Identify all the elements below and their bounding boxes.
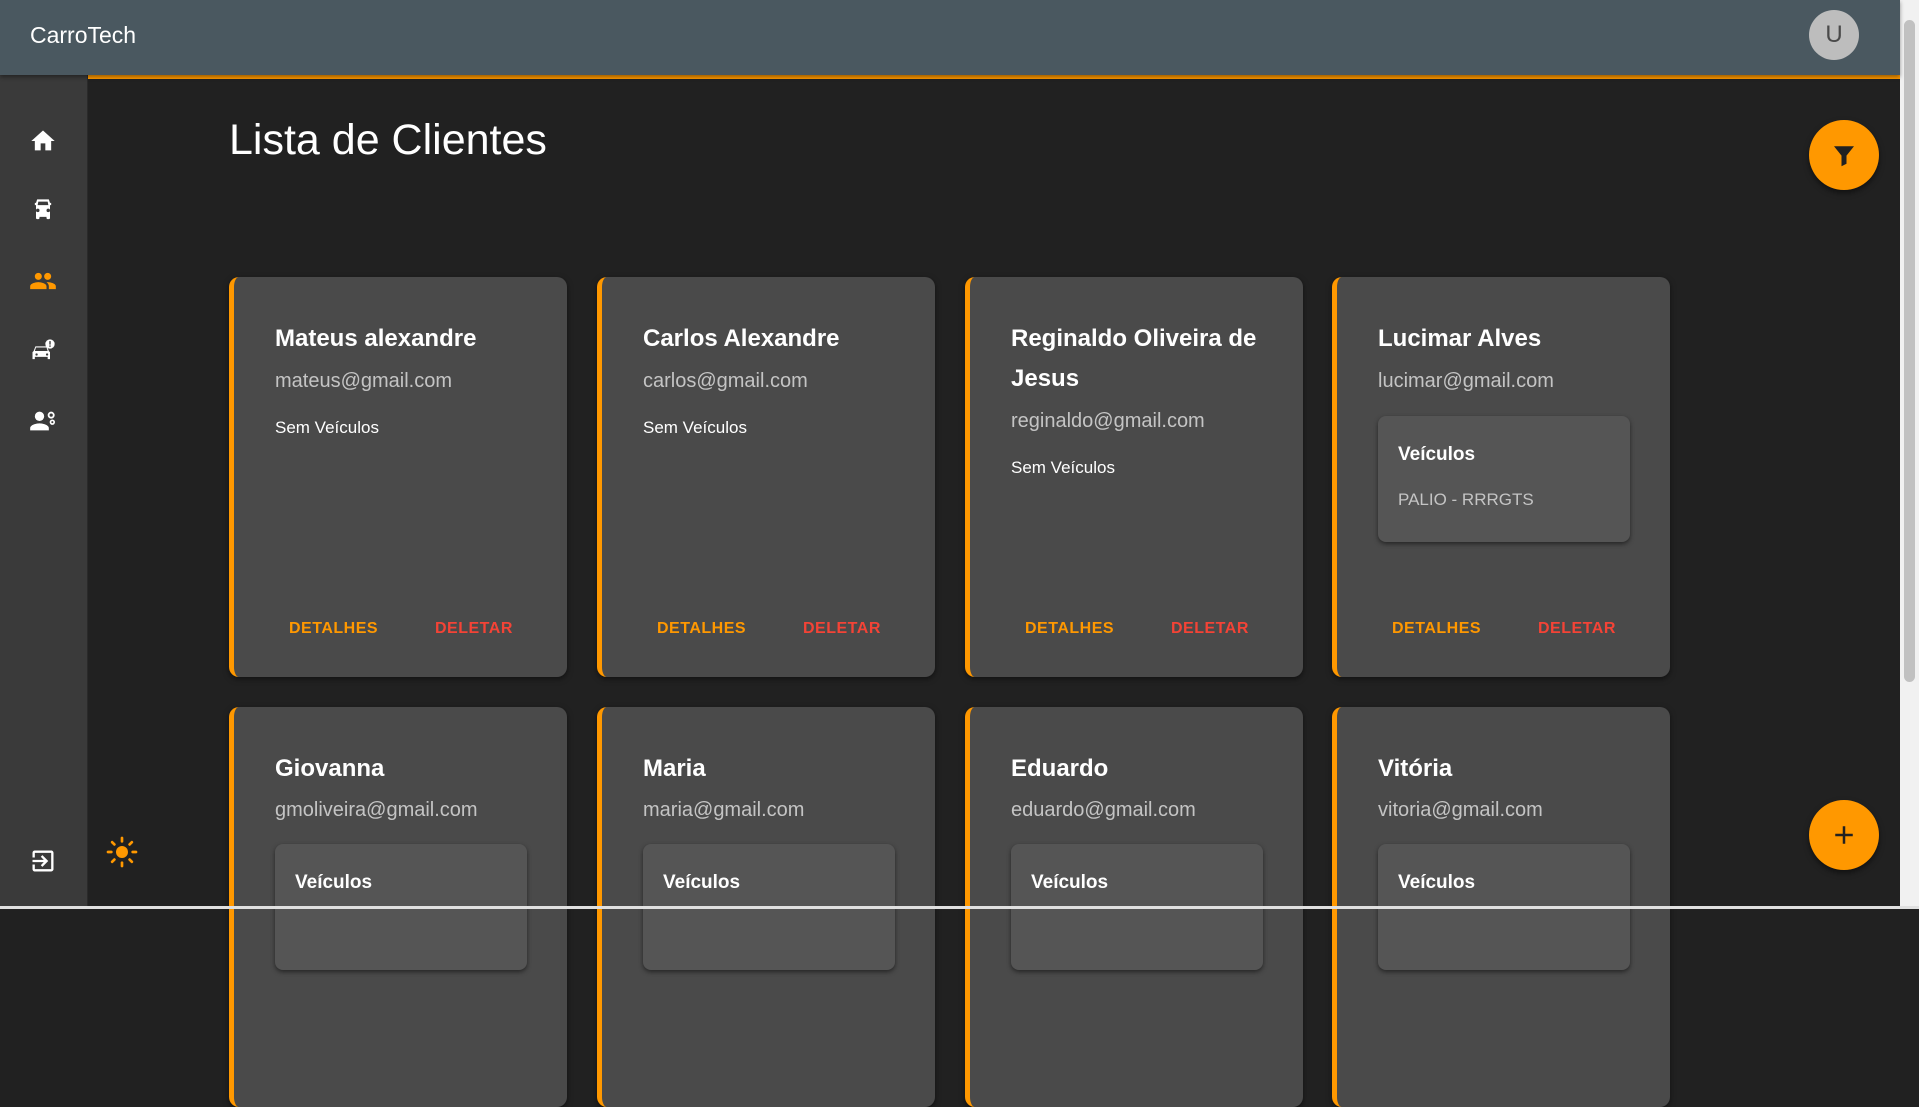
home-icon xyxy=(31,130,55,151)
vehicles-title: Veículos xyxy=(1031,872,1109,893)
sidebar-item-vehicles[interactable] xyxy=(21,189,65,233)
add-client-button[interactable] xyxy=(1809,800,1879,870)
client-email: mateus@gmail.com xyxy=(275,370,453,392)
client-name: Reginaldo Oliveira de Jesus xyxy=(1011,325,1257,392)
no-vehicles-text: Sem Veículos xyxy=(275,418,379,437)
engineer-icon xyxy=(30,411,56,431)
client-name: Giovanna xyxy=(275,755,385,782)
delete-button[interactable]: DELETAR xyxy=(1171,620,1249,638)
details-button[interactable]: DETALHES xyxy=(1025,620,1114,638)
sidebar-item-clients[interactable] xyxy=(21,259,65,303)
add-icon xyxy=(1835,826,1853,844)
client-name: Maria xyxy=(643,755,706,782)
client-email: lucimar@gmail.com xyxy=(1378,370,1554,392)
client-email: maria@gmail.com xyxy=(643,799,805,821)
vehicles-title: Veículos xyxy=(663,872,741,893)
details-button[interactable]: DETALHES xyxy=(657,620,746,638)
filter-button[interactable] xyxy=(1809,120,1879,190)
sidebar xyxy=(0,75,88,906)
client-name: Mateus alexandre xyxy=(275,325,477,352)
app-title: CarroTech xyxy=(30,22,137,48)
car-alert-icon xyxy=(32,339,55,360)
filter-icon xyxy=(1834,146,1854,167)
client-email: vitoria@gmail.com xyxy=(1378,799,1543,821)
client-card: Mateus alexandre mateus@gmail.com Sem Ve… xyxy=(229,277,567,677)
no-vehicles-text: Sem Veículos xyxy=(1011,458,1115,477)
delete-button[interactable]: DELETAR xyxy=(1538,620,1616,638)
delete-button[interactable]: DELETAR xyxy=(435,620,513,638)
sidebar-item-services[interactable] xyxy=(21,329,65,373)
sidebar-item-employees[interactable] xyxy=(21,399,65,443)
delete-button[interactable]: DELETAR xyxy=(803,620,881,638)
client-card: Carlos Alexandre carlos@gmail.com Sem Ve… xyxy=(597,277,935,677)
vehicles-panel: Veículos PALIO - RRRGTS xyxy=(1378,416,1630,542)
user-avatar[interactable]: U xyxy=(1809,10,1859,60)
vertical-scrollbar[interactable] xyxy=(1900,0,1919,906)
client-name: Carlos Alexandre xyxy=(643,325,840,352)
details-button[interactable]: DETALHES xyxy=(1392,620,1481,638)
client-name: Lucimar Alves xyxy=(1378,325,1542,352)
people-icon xyxy=(30,272,56,290)
sidebar-item-home[interactable] xyxy=(21,119,65,163)
client-email: carlos@gmail.com xyxy=(643,370,808,392)
client-email: gmoliveira@gmail.com xyxy=(275,799,478,821)
theme-toggle-button[interactable] xyxy=(106,836,138,868)
vehicle-item: PALIO - RRRGTS xyxy=(1398,490,1534,509)
details-button[interactable]: DETALHES xyxy=(289,620,378,638)
client-name: Eduardo xyxy=(1011,755,1109,782)
client-card: Lucimar Alves lucimar@gmail.com Veículos… xyxy=(1332,277,1670,677)
client-name: Vitória xyxy=(1378,755,1453,782)
client-email: reginaldo@gmail.com xyxy=(1011,410,1205,432)
vehicles-title: Veículos xyxy=(295,872,373,893)
vehicles-title: Veículos xyxy=(1398,872,1476,893)
vehicles-title: Veículos xyxy=(1398,444,1476,465)
sun-icon xyxy=(106,836,138,868)
no-vehicles-text: Sem Veículos xyxy=(643,418,747,437)
header-accent-line xyxy=(88,75,1900,79)
client-email: eduardo@gmail.com xyxy=(1011,799,1196,821)
logout-icon xyxy=(32,850,54,872)
page-title: Lista de Clientes xyxy=(229,116,547,164)
top-app-bar: CarroTech U xyxy=(0,0,1900,75)
logout-button[interactable] xyxy=(21,839,65,883)
car-icon xyxy=(34,199,52,220)
scrollbar-thumb[interactable] xyxy=(1904,20,1915,682)
client-card: Reginaldo Oliveira de Jesus reginaldo@gm… xyxy=(965,277,1303,677)
